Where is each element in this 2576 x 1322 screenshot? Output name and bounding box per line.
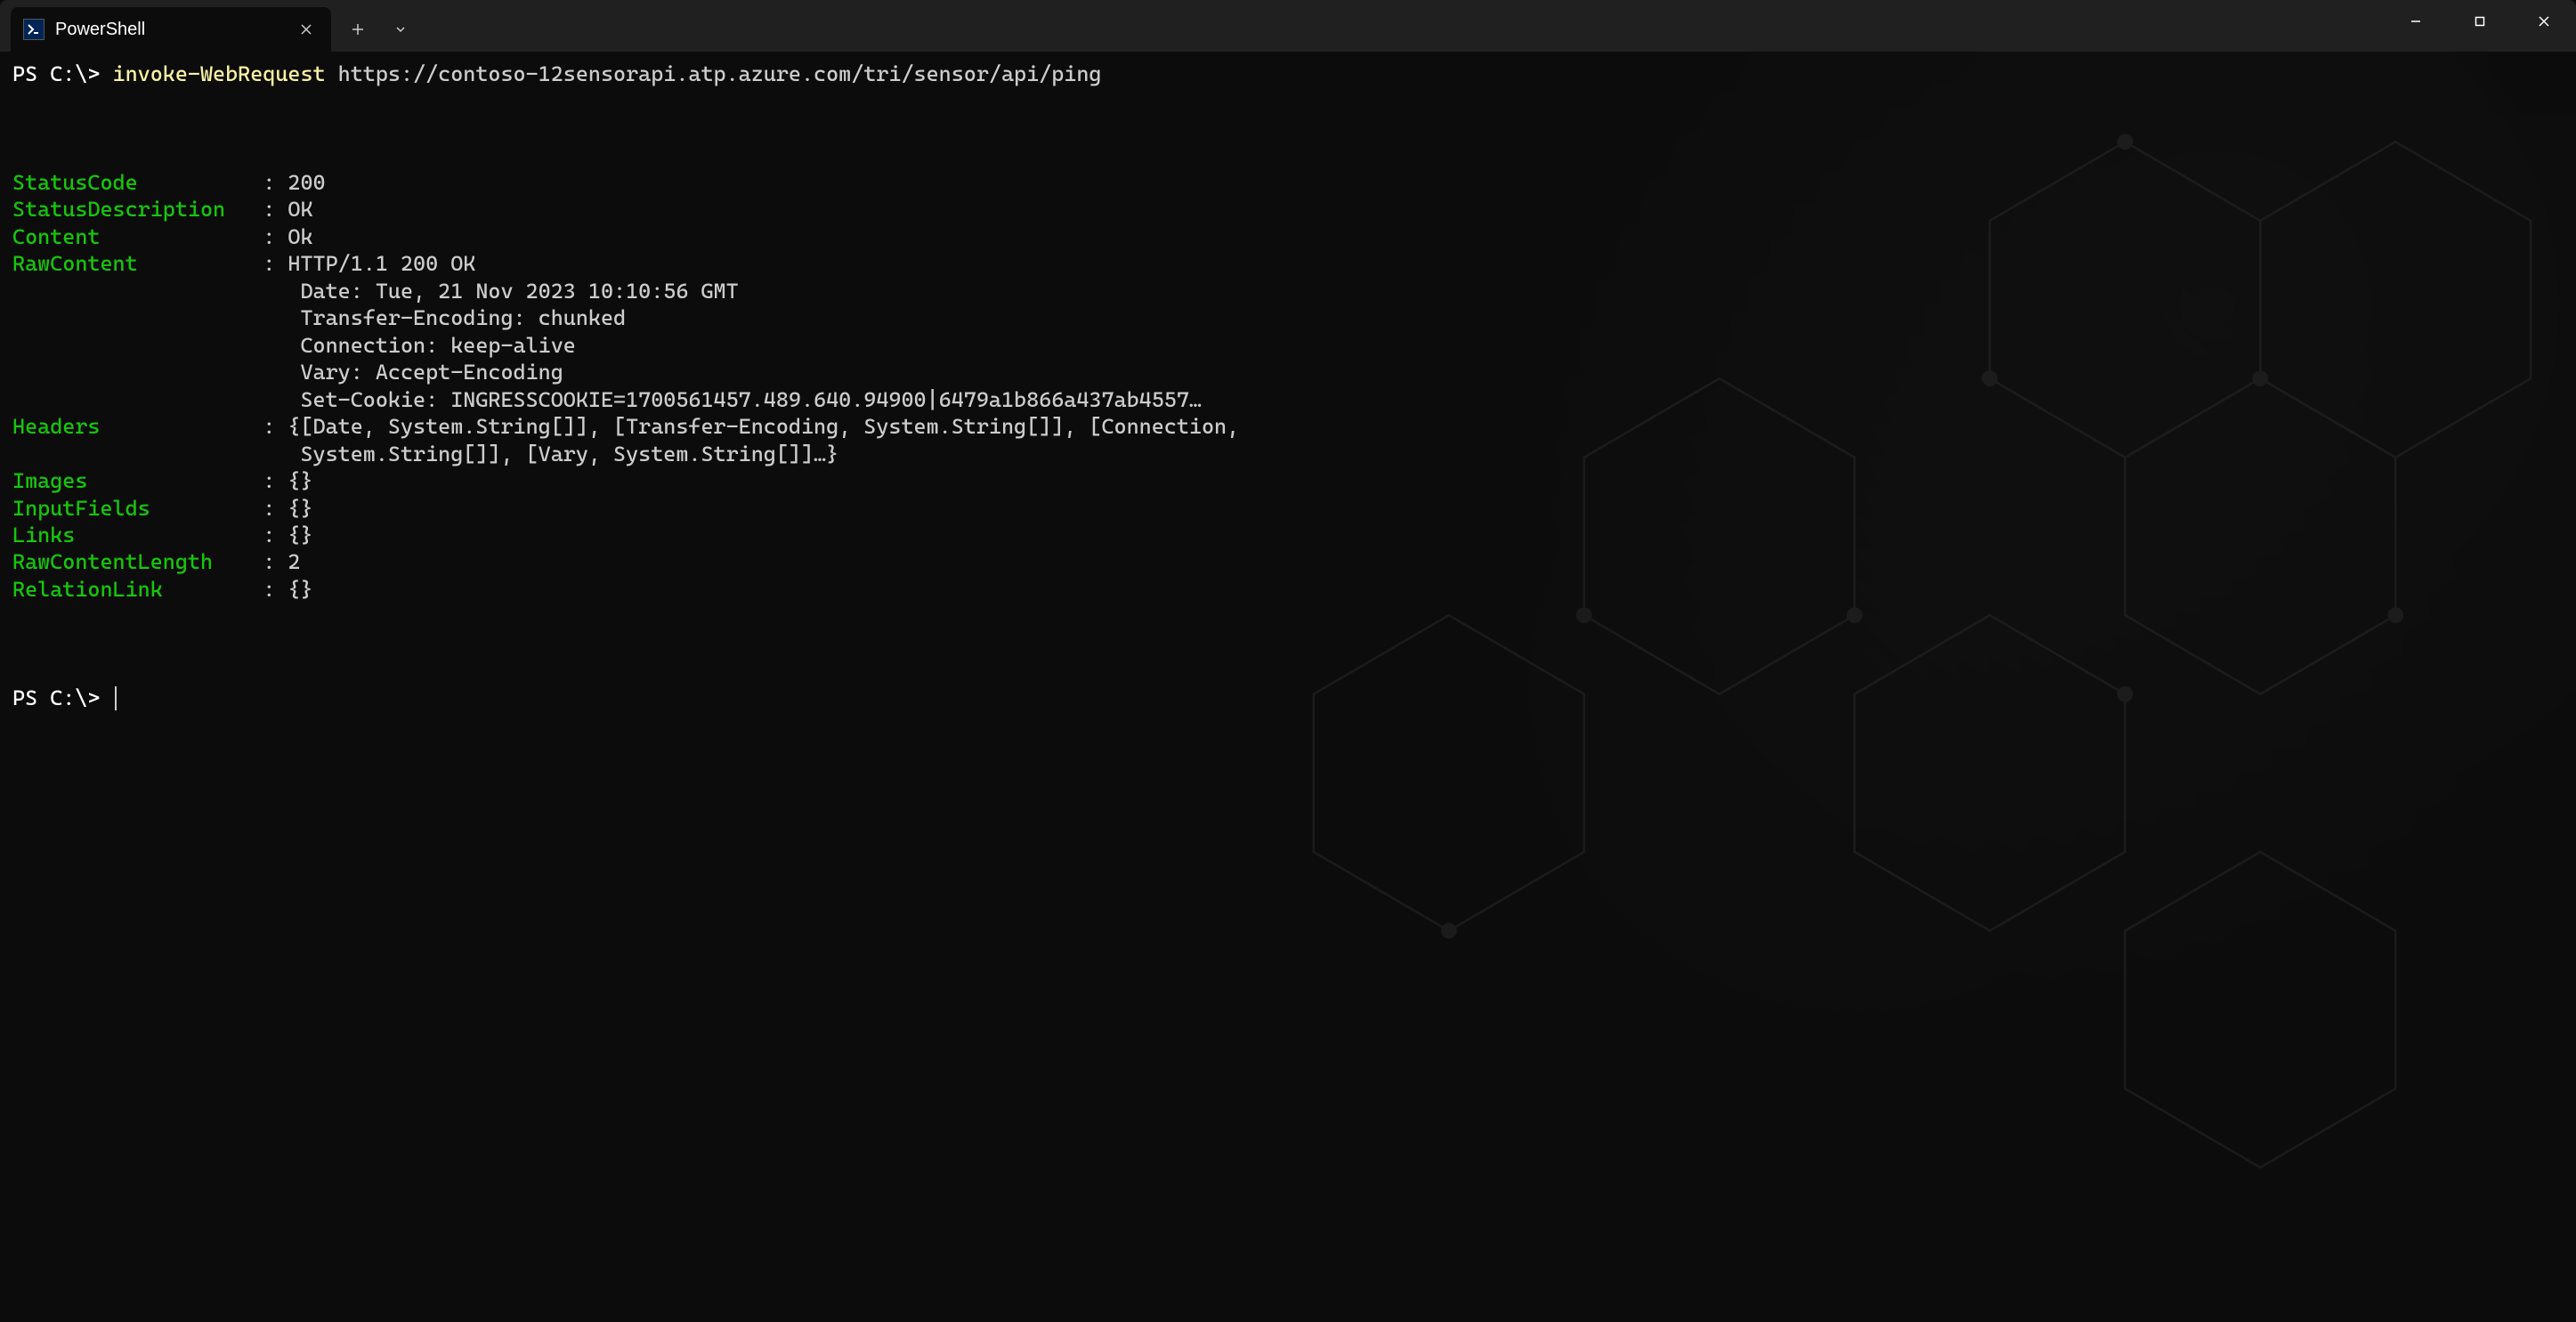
output-value: {} — [288, 523, 312, 547]
output-key: Content — [12, 223, 263, 250]
tab-close-button[interactable] — [294, 17, 319, 42]
terminal-output[interactable]: PS C:\> invoke-WebRequest https://contos… — [0, 52, 2576, 720]
tab-dropdown-button[interactable] — [381, 12, 420, 47]
terminal-window: PowerShell — [0, 0, 2576, 1322]
output-key: StatusDescription — [12, 196, 263, 223]
output-continuation: Vary: Accept-Encoding — [12, 359, 2564, 385]
output-value: {} — [288, 577, 312, 602]
output-continuation: Set-Cookie: INGRESSCOOKIE=1700561457.489… — [12, 386, 2564, 413]
command-name: invoke-WebRequest — [113, 61, 326, 86]
output-value: {[Date, System.String[]], [Transfer-Enco… — [288, 414, 1239, 439]
output-key: Links — [12, 522, 263, 548]
output-key: RelationLink — [12, 576, 263, 603]
command-arg: https://contoso-12sensorapi.atp.azure.co… — [338, 61, 1102, 86]
output-continuation: Connection: keep-alive — [12, 332, 2564, 359]
prompt: PS C:\> — [12, 61, 100, 86]
new-tab-button[interactable] — [338, 12, 377, 47]
output-key: RawContentLength — [12, 548, 263, 575]
output-value: HTTP/1.1 200 OK — [288, 251, 475, 276]
output-value: {} — [288, 468, 312, 493]
output-key: InputFields — [12, 495, 263, 522]
close-window-button[interactable] — [2512, 0, 2576, 43]
output-value: 200 — [288, 170, 325, 195]
tab-powershell[interactable]: PowerShell — [11, 7, 331, 52]
cursor — [115, 686, 117, 710]
output-key: Images — [12, 467, 263, 494]
prompt: PS C:\> — [12, 685, 100, 710]
window-controls — [2384, 0, 2576, 43]
output-key: RawContent — [12, 250, 263, 277]
minimize-button[interactable] — [2384, 0, 2448, 43]
output-continuation: Transfer-Encoding: chunked — [12, 304, 2564, 331]
output-continuation: System.String[]], [Vary, System.String[]… — [12, 441, 2564, 467]
titlebar: PowerShell — [0, 0, 2576, 52]
tab-title: PowerShell — [55, 20, 294, 40]
output-value: OK — [288, 197, 312, 222]
output-value: {} — [288, 496, 312, 521]
output-continuation: Date: Tue, 21 Nov 2023 10:10:56 GMT — [12, 278, 2564, 304]
maximize-button[interactable] — [2448, 0, 2512, 43]
output-value: Ok — [288, 224, 312, 249]
tab-actions — [338, 7, 420, 52]
powershell-icon — [23, 19, 45, 40]
output-key: Headers — [12, 413, 263, 440]
output-value: 2 — [288, 549, 300, 574]
output-key: StatusCode — [12, 169, 263, 196]
